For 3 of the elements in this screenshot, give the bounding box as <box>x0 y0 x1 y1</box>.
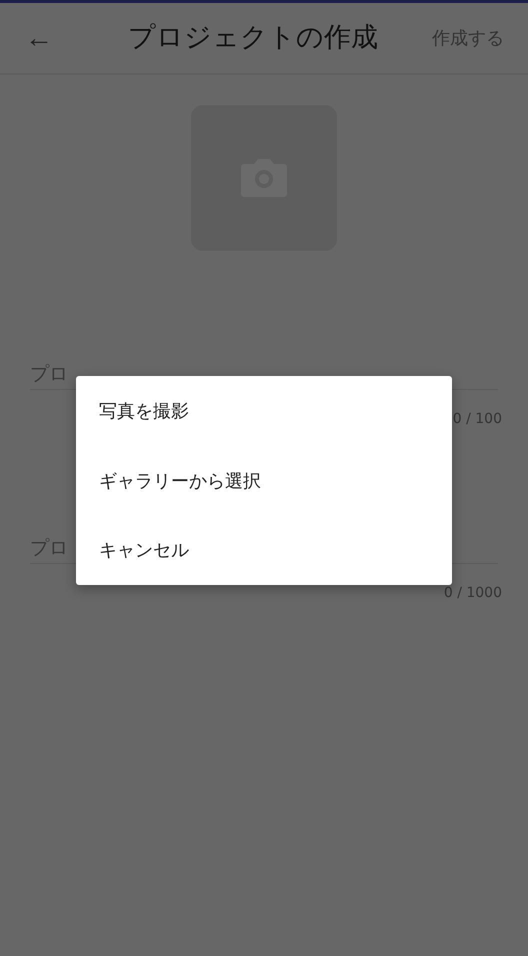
dialog-option[interactable]: キャンセル <box>76 515 452 586</box>
dialog-option[interactable]: ギャラリーから選択 <box>76 446 452 516</box>
page-title: プロジェクトの作成 <box>128 21 378 55</box>
